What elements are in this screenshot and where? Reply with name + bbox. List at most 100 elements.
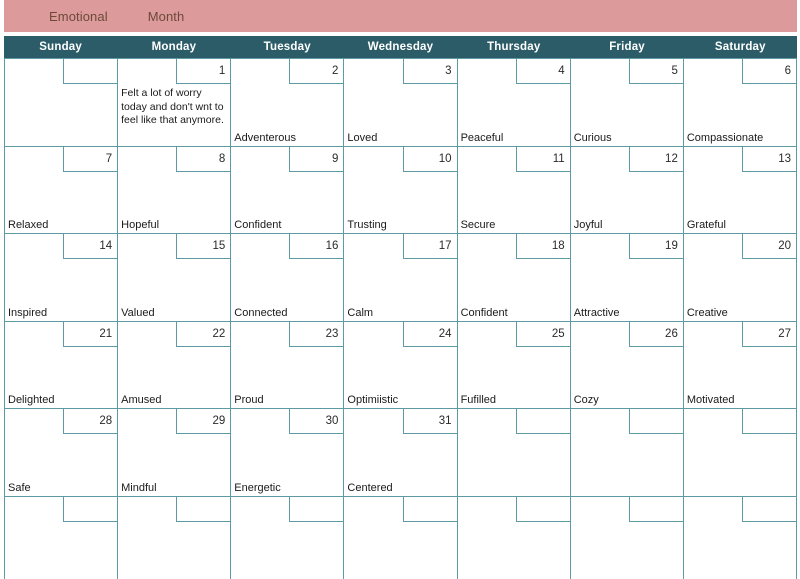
day-number: 13 [741, 146, 796, 172]
calendar-day-cell[interactable]: 22 Amused [118, 321, 232, 409]
day-emotion-label: Safe [8, 481, 31, 494]
calendar-day-cell[interactable]: 30 Energetic [231, 409, 345, 497]
calendar-day-cell[interactable]: 27 Motivated [683, 321, 797, 409]
day-number: 31 [402, 409, 457, 434]
day-number: 16 [289, 234, 344, 259]
calendar-day-cell[interactable]: 15 Valued [118, 234, 232, 322]
day-number [628, 496, 683, 522]
calendar-day-cell[interactable] [570, 409, 684, 497]
calendar-day-cell[interactable]: 31 Centered [344, 409, 458, 497]
day-emotion-label: Compassionate [686, 131, 764, 144]
day-emotion-label: Adventerous [234, 131, 297, 144]
calendar-day-cell[interactable]: 10 Trusting [344, 146, 458, 234]
calendar-day-cell[interactable] [118, 496, 232, 579]
calendar-day-cell[interactable]: 24 Optimiistic [344, 321, 458, 409]
day-number: 9 [289, 146, 344, 172]
calendar-day-cell[interactable]: 13 Grateful [683, 146, 797, 234]
calendar-week-row: 28 Safe 29 Mindful 30 Energetic 31 Centered [5, 409, 797, 497]
calendar-day-cell[interactable]: 29 Mindful [118, 409, 232, 497]
calendar-title-month: Month [147, 8, 185, 24]
calendar-day-cell[interactable] [457, 496, 571, 579]
weekday-header-friday: Friday [609, 41, 645, 53]
day-number: 26 [628, 321, 683, 347]
day-number: 2 [289, 59, 344, 84]
calendar-day-cell[interactable]: 8 Hopeful [118, 146, 232, 234]
calendar-day-cell[interactable]: 7 Relaxed [5, 146, 119, 234]
calendar-day-cell[interactable]: 11 Secure [457, 146, 571, 234]
calendar-title-bar: Emotional Month [4, 0, 797, 32]
day-emotion-label: Delighted [8, 394, 55, 406]
calendar-day-cell[interactable]: 21 Delighted [5, 321, 119, 409]
day-number: 1 [176, 59, 231, 84]
day-number: 27 [741, 321, 796, 347]
day-number: 12 [628, 146, 683, 172]
day-emotion-label: Confident [460, 306, 508, 319]
calendar-day-cell[interactable]: 14 Inspired [5, 234, 119, 322]
weekday-header-thursday: Thursday [487, 41, 541, 53]
day-note: Felt a lot of worry today and don't wnt … [121, 87, 224, 126]
day-number [741, 496, 796, 522]
day-number: 3 [402, 59, 457, 84]
calendar-day-cell[interactable]: 23 Proud [231, 321, 345, 409]
day-emotion-label: Proud [234, 394, 264, 406]
calendar-day-cell[interactable] [5, 496, 119, 579]
day-emotion-label: Cozy [573, 394, 599, 406]
day-emotion-label: Joyful [573, 219, 603, 231]
calendar-day-cell[interactable] [683, 496, 797, 579]
day-number: 21 [63, 321, 118, 347]
day-emotion-label: Trusting [347, 219, 387, 231]
calendar-week-row: 1 Felt a lot of worry today and don't wnt… [5, 59, 797, 147]
day-emotion-label: Curious [573, 131, 612, 144]
calendar-day-cell[interactable]: 26 Cozy [570, 321, 684, 409]
calendar-day-cell[interactable]: 12 Joyful [570, 146, 684, 234]
calendar-day-cell[interactable]: 2 Adventerous [231, 59, 345, 147]
day-emotion-label: Creative [686, 306, 728, 319]
day-emotion-label: Amused [121, 394, 162, 406]
calendar-day-cell[interactable]: 19 Attractive [570, 234, 684, 322]
day-number [289, 496, 344, 522]
day-emotion-label: Centered [347, 481, 393, 494]
day-number: 30 [289, 409, 344, 434]
day-number: 17 [402, 234, 457, 259]
calendar-day-cell[interactable]: 25 Fufilled [457, 321, 571, 409]
calendar-day-cell[interactable]: 1 Felt a lot of worry today and don't wnt… [118, 59, 232, 147]
day-number: 7 [63, 146, 118, 172]
day-number: 14 [63, 234, 118, 259]
day-emotion-label: Relaxed [8, 219, 49, 231]
calendar-day-cell[interactable]: 4 Peaceful [457, 59, 571, 147]
day-number: 23 [289, 321, 344, 347]
calendar-day-cell[interactable]: 9 Confident [231, 146, 345, 234]
day-number: 11 [515, 146, 570, 172]
day-number [741, 409, 796, 434]
calendar-day-cell[interactable] [683, 409, 797, 497]
day-emotion-label: Attractive [573, 306, 620, 319]
day-emotion-label: Peaceful [460, 131, 504, 144]
calendar-week-row [5, 496, 797, 579]
day-number [515, 496, 570, 522]
calendar-grid: 1 Felt a lot of worry today and don't wnt… [4, 58, 797, 579]
calendar-day-cell[interactable] [344, 496, 458, 579]
calendar-day-cell[interactable]: 20 Creative [683, 234, 797, 322]
calendar-day-cell[interactable] [457, 409, 571, 497]
calendar-day-cell[interactable] [5, 59, 119, 147]
calendar-day-cell[interactable]: 18 Confident [457, 234, 571, 322]
calendar-day-cell[interactable]: 17 Calm [344, 234, 458, 322]
day-number: 5 [628, 59, 683, 84]
day-emotion-label: Valued [121, 306, 155, 319]
day-number: 10 [402, 146, 457, 172]
weekday-header-monday: Monday [151, 41, 197, 53]
weekday-header-sunday: Sunday [39, 41, 83, 53]
calendar-day-cell[interactable] [570, 496, 684, 579]
calendar-day-cell[interactable]: 3 Loved [344, 59, 458, 147]
calendar-day-cell[interactable]: 6 Compassionate [683, 59, 797, 147]
day-emotion-label: Inspired [8, 306, 48, 319]
calendar-day-cell[interactable]: 28 Safe [5, 409, 119, 497]
calendar-day-cell[interactable] [231, 496, 345, 579]
calendar-day-cell[interactable]: 16 Connected [231, 234, 345, 322]
day-number [628, 409, 683, 434]
day-emotion-label: Mindful [121, 481, 157, 494]
day-number [63, 496, 118, 522]
calendar-day-cell[interactable]: 5 Curious [570, 59, 684, 147]
weekday-header-wednesday: Wednesday [367, 41, 434, 53]
weekday-header-tuesday: Tuesday [263, 41, 311, 53]
